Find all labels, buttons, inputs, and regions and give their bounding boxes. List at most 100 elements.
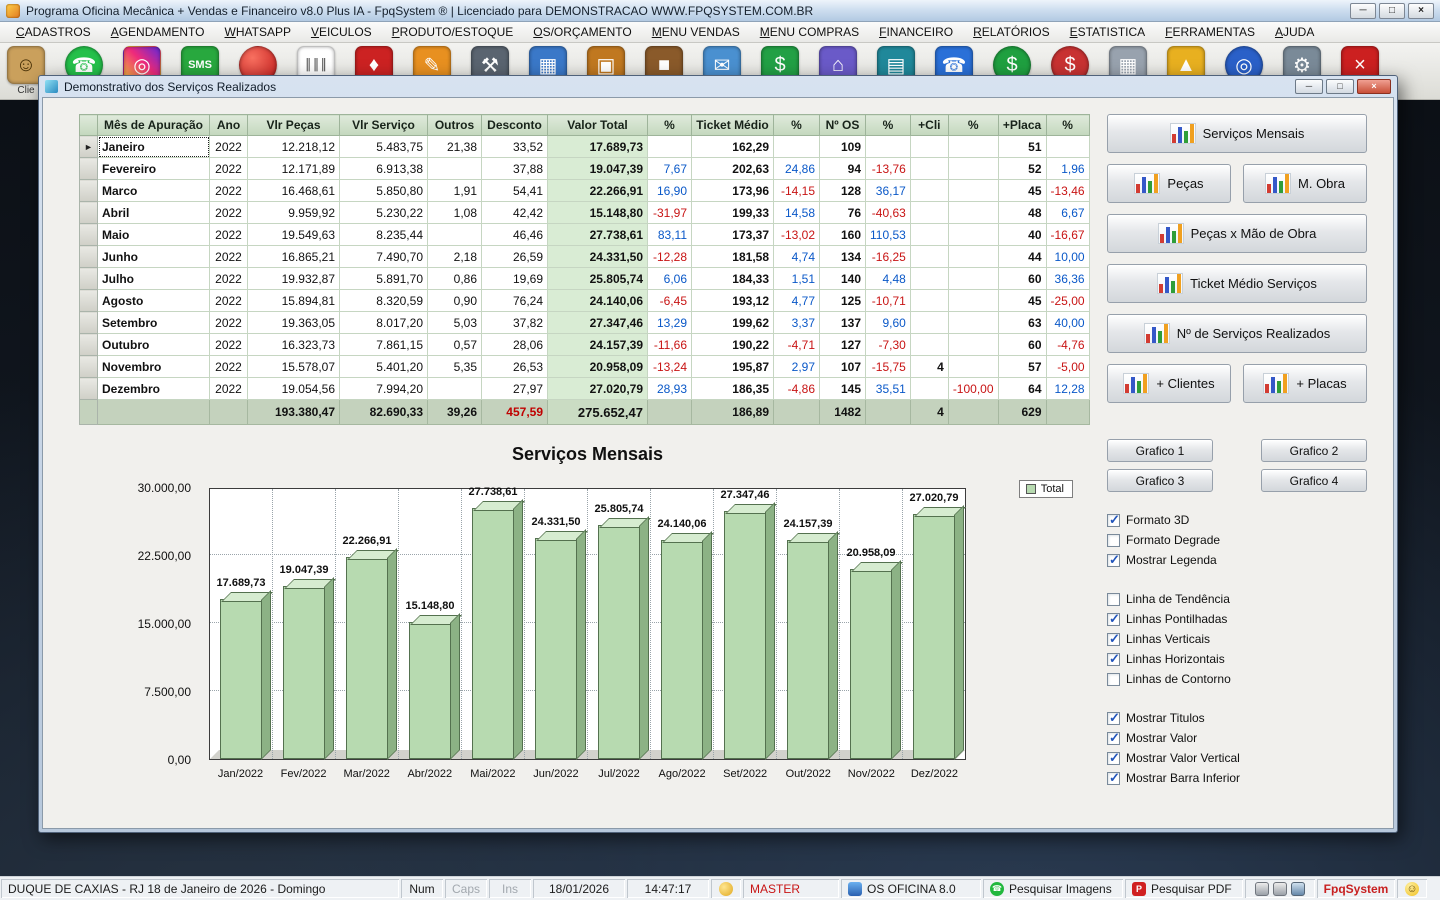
cell[interactable]: 7.861,15 — [340, 334, 428, 356]
grafico-1-button[interactable]: Grafico 1 — [1107, 439, 1213, 462]
cell[interactable]: 199,62 — [692, 312, 774, 334]
cell[interactable]: 57 — [998, 356, 1046, 378]
cell[interactable]: 9.959,92 — [248, 202, 340, 224]
cell[interactable]: 173,37 — [692, 224, 774, 246]
cell[interactable]: 195,87 — [692, 356, 774, 378]
cell[interactable]: Setembro — [98, 312, 210, 334]
cell[interactable] — [774, 136, 820, 158]
checkbox-linhas-horizontais[interactable]: Linhas Horizontais — [1107, 649, 1367, 669]
cell[interactable]: 24.140,06 — [548, 290, 648, 312]
cell[interactable]: -15,75 — [866, 356, 911, 378]
cell[interactable]: -13,46 — [1046, 180, 1089, 202]
dialog-close-button[interactable] — [1357, 79, 1391, 94]
cell[interactable] — [910, 136, 948, 158]
cell[interactable]: Fevereiro — [98, 158, 210, 180]
cell[interactable]: 26,53 — [482, 356, 548, 378]
cell[interactable]: 20.958,09 — [548, 356, 648, 378]
cell[interactable] — [948, 180, 998, 202]
cell[interactable]: 60 — [998, 268, 1046, 290]
cell[interactable]: 6,67 — [1046, 202, 1089, 224]
cell[interactable] — [910, 246, 948, 268]
cell[interactable] — [948, 246, 998, 268]
cell[interactable] — [648, 136, 692, 158]
cell[interactable]: 202,63 — [692, 158, 774, 180]
cell[interactable]: 134 — [820, 246, 866, 268]
dialog-titlebar[interactable]: Demonstrativo dos Serviços Realizados — [42, 76, 1394, 97]
cell[interactable]: 42,42 — [482, 202, 548, 224]
cell[interactable] — [948, 334, 998, 356]
cell[interactable]: 22.266,91 — [548, 180, 648, 202]
cell[interactable]: Marco — [98, 180, 210, 202]
cell[interactable]: 40 — [998, 224, 1046, 246]
cell[interactable] — [910, 334, 948, 356]
cell[interactable]: 19.363,05 — [248, 312, 340, 334]
cell[interactable]: 1,91 — [428, 180, 482, 202]
row-selector[interactable] — [80, 246, 98, 268]
cell[interactable]: 6.913,38 — [340, 158, 428, 180]
cell[interactable]: 6,06 — [648, 268, 692, 290]
cell[interactable]: 40,00 — [1046, 312, 1089, 334]
checkbox-mostrar-valor-vertical[interactable]: Mostrar Valor Vertical — [1107, 748, 1367, 768]
row-selector[interactable] — [80, 180, 98, 202]
cell[interactable]: 8.017,20 — [340, 312, 428, 334]
cell[interactable]: 8.235,44 — [340, 224, 428, 246]
cell[interactable]: 94 — [820, 158, 866, 180]
cell[interactable]: 110,53 — [866, 224, 911, 246]
cell[interactable]: 24,86 — [774, 158, 820, 180]
cell[interactable]: -7,30 — [866, 334, 911, 356]
cell[interactable]: Junho — [98, 246, 210, 268]
cell[interactable]: 25.805,74 — [548, 268, 648, 290]
cell[interactable]: 28,93 — [648, 378, 692, 400]
cell[interactable]: 140 — [820, 268, 866, 290]
cell[interactable]: -11,66 — [648, 334, 692, 356]
cell[interactable]: 2022 — [210, 246, 248, 268]
cell[interactable]: Abril — [98, 202, 210, 224]
cell[interactable]: -5,00 — [1046, 356, 1089, 378]
cell[interactable]: 64 — [998, 378, 1046, 400]
app-maximize-button[interactable] — [1379, 3, 1405, 19]
search-pdf-button[interactable]: Pesquisar PDF — [1125, 879, 1243, 898]
cell[interactable]: 12.171,89 — [248, 158, 340, 180]
m-obra-button[interactable]: M. Obra — [1243, 164, 1367, 203]
menu-veiculos[interactable]: VEICULOS — [301, 23, 382, 41]
cell[interactable]: 1,08 — [428, 202, 482, 224]
cell[interactable]: 2,97 — [774, 356, 820, 378]
cell[interactable]: 186,35 — [692, 378, 774, 400]
cell[interactable]: -12,28 — [648, 246, 692, 268]
cell[interactable]: 8.320,59 — [340, 290, 428, 312]
cell[interactable]: 21,38 — [428, 136, 482, 158]
menu-ajuda[interactable]: AJUDA — [1265, 23, 1324, 41]
cell[interactable]: -31,97 — [648, 202, 692, 224]
cell[interactable] — [948, 202, 998, 224]
cell[interactable]: 15.148,80 — [548, 202, 648, 224]
app-minimize-button[interactable] — [1350, 3, 1376, 19]
cell[interactable] — [910, 180, 948, 202]
cell[interactable]: 1,51 — [774, 268, 820, 290]
cell[interactable]: 4 — [910, 356, 948, 378]
cell[interactable]: -100,00 — [948, 378, 998, 400]
checkbox-linhas-de-contorno[interactable]: Linhas de Contorno — [1107, 669, 1367, 689]
cell[interactable]: 190,22 — [692, 334, 774, 356]
menu-estatistica[interactable]: ESTATISTICA — [1060, 23, 1156, 41]
cell[interactable]: Dezembro — [98, 378, 210, 400]
cell[interactable]: 137 — [820, 312, 866, 334]
cell[interactable]: 2022 — [210, 202, 248, 224]
cell[interactable]: -4,76 — [1046, 334, 1089, 356]
cell[interactable] — [948, 224, 998, 246]
cell[interactable]: 128 — [820, 180, 866, 202]
cell[interactable]: 0,90 — [428, 290, 482, 312]
cell[interactable]: -4,71 — [774, 334, 820, 356]
cell[interactable]: 45 — [998, 180, 1046, 202]
cell[interactable]: 19.932,87 — [248, 268, 340, 290]
menu-financeiro[interactable]: FINANCEIRO — [869, 23, 963, 41]
cell[interactable]: 0,86 — [428, 268, 482, 290]
pecas-x-mao-de-obra-button[interactable]: Peças x Mão de Obra — [1107, 214, 1367, 253]
grafico-2-button[interactable]: Grafico 2 — [1261, 439, 1367, 462]
cell[interactable] — [910, 268, 948, 290]
cell[interactable] — [910, 312, 948, 334]
row-selector[interactable] — [80, 224, 98, 246]
cell[interactable]: 16.468,61 — [248, 180, 340, 202]
cell[interactable]: 199,33 — [692, 202, 774, 224]
row-selector[interactable] — [80, 312, 98, 334]
cell[interactable]: 4,48 — [866, 268, 911, 290]
